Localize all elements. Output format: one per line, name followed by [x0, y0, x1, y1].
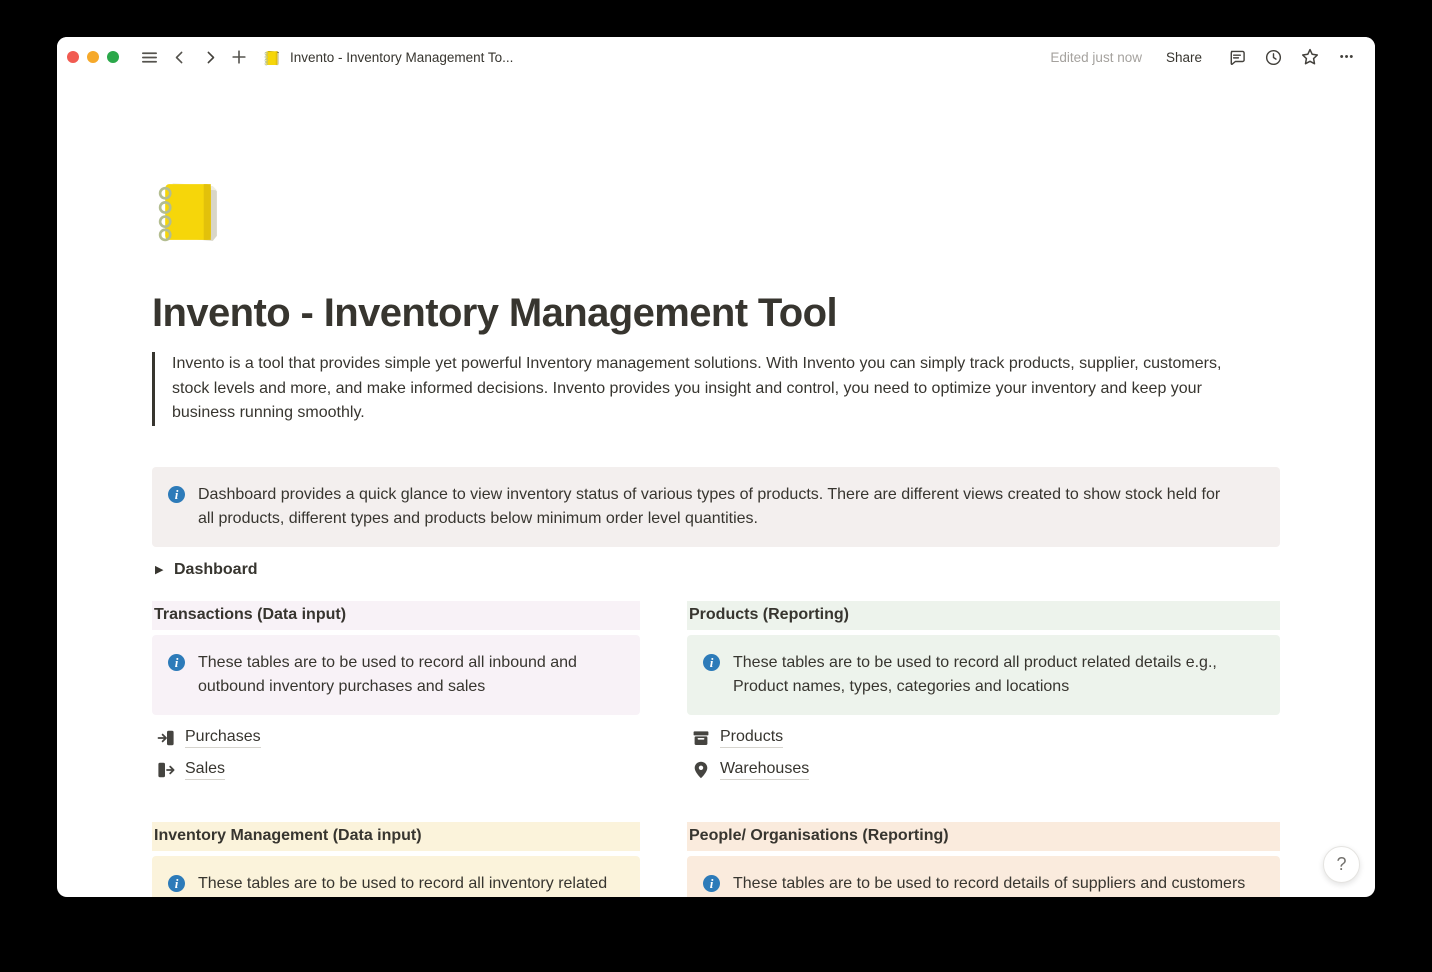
sign-in-icon: [156, 728, 176, 748]
people-callout: i These tables are to be used to record …: [687, 856, 1280, 898]
dashboard-toggle-label: Dashboard: [174, 561, 258, 579]
section-title: Transactions (Data input): [154, 606, 346, 624]
new-tab-icon[interactable]: [227, 45, 251, 69]
page-link-purchases[interactable]: Purchases: [152, 725, 640, 752]
page-icon-notebook[interactable]: [152, 175, 225, 248]
products-callout-text: These tables are to be used to record al…: [733, 651, 1217, 699]
people-callout-text: These tables are to be used to record de…: [733, 872, 1245, 896]
info-icon: i: [168, 875, 185, 892]
window-title: Invento - Inventory Management To...: [290, 50, 513, 65]
app-window: Invento - Inventory Management To... Edi…: [57, 37, 1375, 897]
favorite-star-icon[interactable]: [1298, 45, 1322, 69]
section-header-transactions: Transactions (Data input): [152, 601, 640, 630]
page-link-sales[interactable]: Sales: [152, 757, 640, 784]
more-options-icon[interactable]: •••: [1335, 45, 1359, 69]
toggle-arrow-icon[interactable]: ▶: [152, 563, 174, 576]
close-window-button[interactable]: [67, 51, 79, 63]
section-title: Products (Reporting): [689, 606, 849, 624]
edited-status: Edited just now: [1050, 50, 1142, 65]
info-icon: i: [703, 875, 720, 892]
dashboard-callout: i Dashboard provides a quick glance to v…: [152, 467, 1280, 547]
section-title: People/ Organisations (Reporting): [689, 827, 949, 845]
traffic-lights: [67, 51, 119, 63]
products-links: Products Warehouses: [687, 725, 1280, 784]
dashboard-toggle[interactable]: ▶ Dashboard: [152, 558, 1280, 582]
inventory-callout-text: These tables are to be used to record al…: [198, 872, 632, 898]
page-link-label: Purchases: [185, 728, 261, 748]
help-button[interactable]: ?: [1323, 846, 1360, 883]
page-link-warehouses[interactable]: Warehouses: [687, 757, 1280, 784]
archive-box-icon: [691, 728, 711, 748]
location-pin-icon: [691, 760, 711, 780]
section-inventory-management: Inventory Management (Data input) i Thes…: [152, 822, 640, 898]
titlebar-actions: •••: [1224, 45, 1359, 69]
sign-out-icon: [156, 760, 176, 780]
transactions-callout-text: These tables are to be used to record al…: [198, 651, 577, 699]
history-clock-icon[interactable]: [1261, 45, 1285, 69]
quote-text: Invento is a tool that provides simple y…: [172, 355, 1221, 421]
section-products: Products (Reporting) i These tables are …: [687, 601, 1280, 789]
page-title: Invento - Inventory Management Tool: [152, 292, 1280, 335]
products-callout: i These tables are to be used to record …: [687, 635, 1280, 715]
share-button[interactable]: Share: [1166, 50, 1202, 65]
help-button-label: ?: [1336, 854, 1346, 875]
sections-grid: Transactions (Data input) i These tables…: [152, 601, 1280, 898]
back-icon[interactable]: [167, 45, 191, 69]
info-icon: i: [168, 486, 185, 503]
page-link-products[interactable]: Products: [687, 725, 1280, 752]
transactions-callout: i These tables are to be used to record …: [152, 635, 640, 715]
inventory-callout: i These tables are to be used to record …: [152, 856, 640, 898]
sidebar-menu-icon[interactable]: [137, 45, 161, 69]
titlebar: Invento - Inventory Management To... Edi…: [57, 37, 1375, 77]
section-people-organisations: People/ Organisations (Reporting) i Thes…: [687, 822, 1280, 898]
section-header-products: Products (Reporting): [687, 601, 1280, 630]
info-icon: i: [168, 654, 185, 671]
transactions-links: Purchases Sales: [152, 725, 640, 784]
minimize-window-button[interactable]: [87, 51, 99, 63]
dashboard-callout-text: Dashboard provides a quick glance to vie…: [198, 483, 1220, 531]
section-header-inventory: Inventory Management (Data input): [152, 822, 640, 851]
info-icon: i: [703, 654, 720, 671]
section-title: Inventory Management (Data input): [154, 827, 422, 845]
page-link-label: Warehouses: [720, 760, 809, 780]
comments-icon[interactable]: [1224, 45, 1248, 69]
page-link-label: Sales: [185, 760, 225, 780]
quote-block: Invento is a tool that provides simple y…: [152, 352, 1262, 426]
forward-icon[interactable]: [198, 45, 222, 69]
section-header-people: People/ Organisations (Reporting): [687, 822, 1280, 851]
section-transactions: Transactions (Data input) i These tables…: [152, 601, 640, 789]
page-link-label: Products: [720, 728, 783, 748]
page-content: Invento - Inventory Management Tool Inve…: [57, 175, 1375, 897]
page-emoji-icon: [263, 47, 283, 67]
maximize-window-button[interactable]: [107, 51, 119, 63]
